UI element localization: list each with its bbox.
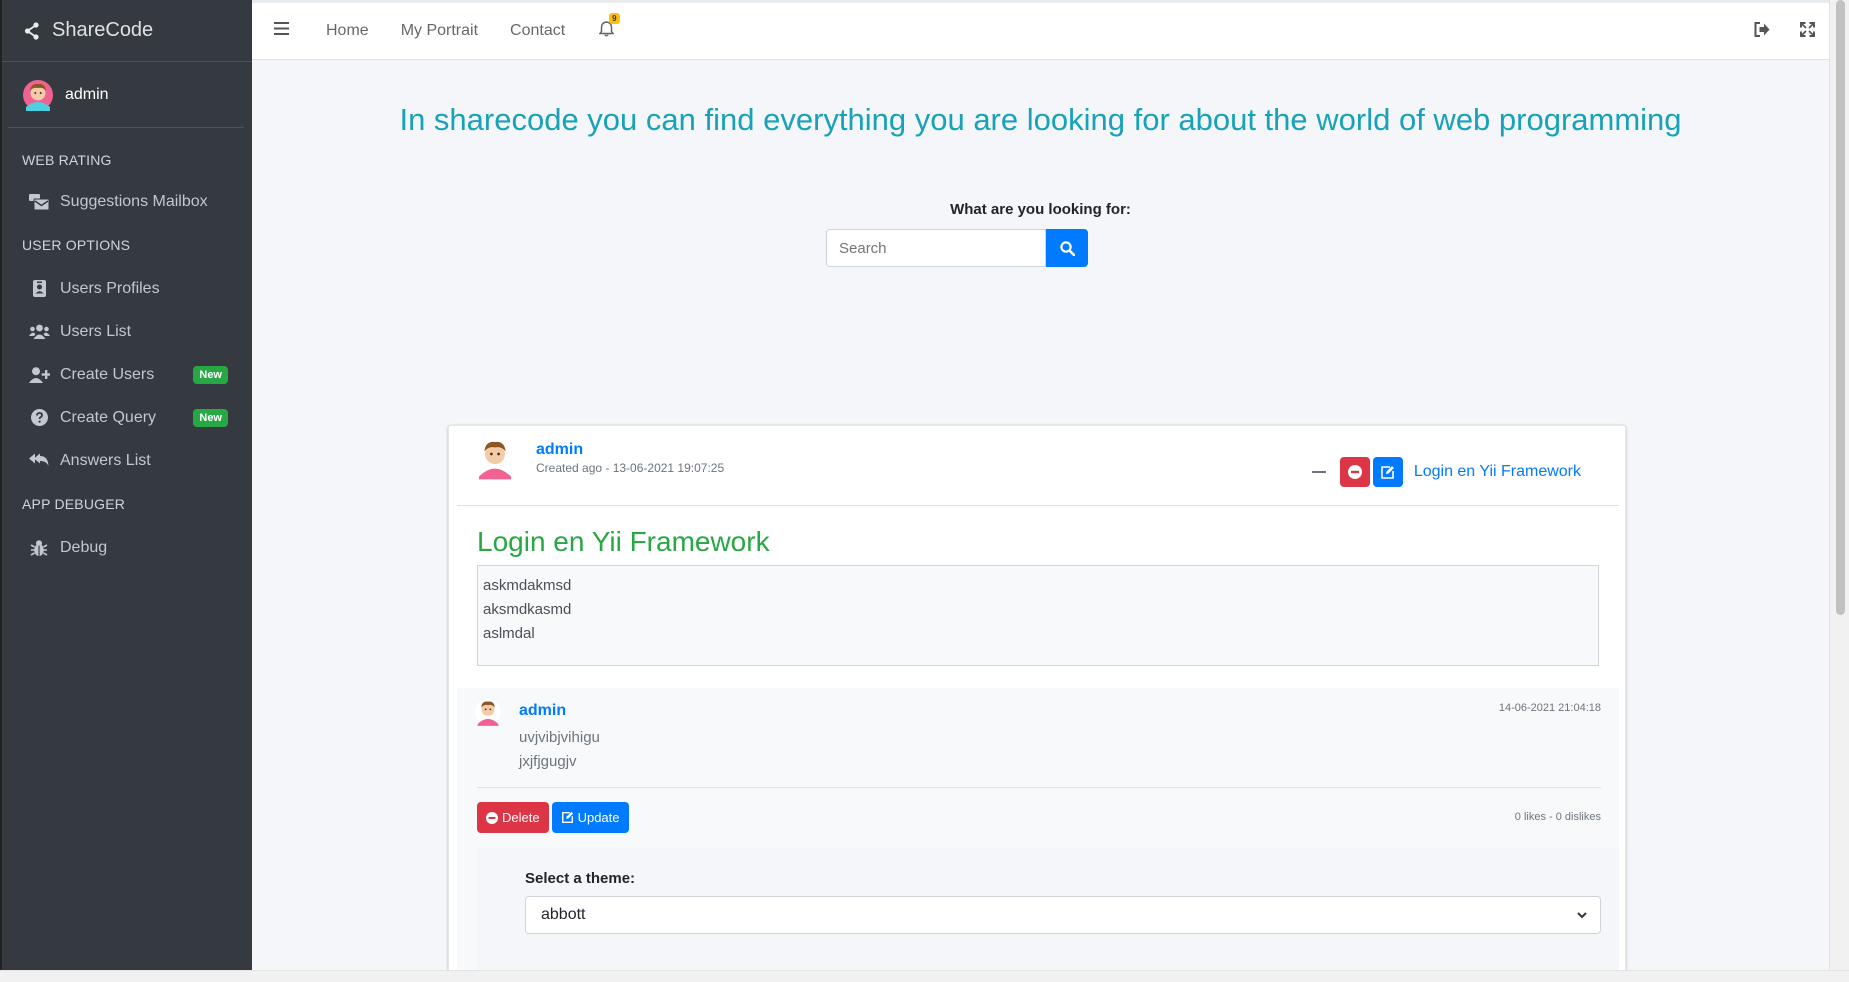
logout-icon[interactable] xyxy=(1754,22,1770,37)
comment-date: 14-06-2021 21:04:18 xyxy=(1498,702,1601,714)
sidebar-item-suggestions-mailbox[interactable]: Suggestions Mailbox xyxy=(8,180,244,223)
navbar-right xyxy=(1754,22,1815,37)
search-group xyxy=(826,229,1088,267)
post-body-line: aslmdal xyxy=(483,625,535,642)
post-tools: Login en Yii Framework xyxy=(1311,457,1581,487)
sidebar-item-answers-list[interactable]: Answers List xyxy=(8,439,244,482)
sidebar-item-users-profiles[interactable]: Users Profiles xyxy=(8,267,244,310)
comment-text: uvjvibjvihigu jxjfjgugjv xyxy=(519,726,600,774)
user-name: admin xyxy=(65,85,109,103)
delete-comment-button[interactable]: Delete xyxy=(477,802,549,833)
search-button[interactable] xyxy=(1046,229,1088,267)
search-icon xyxy=(1059,240,1075,256)
sidebar-item-label: Answers List xyxy=(60,451,151,469)
users-icon xyxy=(28,324,50,339)
search-label: What are you looking for: xyxy=(950,201,1131,218)
sidebar-item-users-list[interactable]: Users List xyxy=(8,310,244,353)
nav-link-home[interactable]: Home xyxy=(326,22,369,40)
menu-toggle-icon[interactable] xyxy=(274,22,296,40)
post-author[interactable]: admin xyxy=(536,441,583,459)
sidebar-item-label: Suggestions Mailbox xyxy=(60,192,208,210)
sidebar-item-debug[interactable]: Debug xyxy=(8,526,244,569)
avatar xyxy=(475,699,501,726)
vertical-scrollbar-thumb[interactable] xyxy=(1836,0,1845,615)
post-body-line: aksmdkasmd xyxy=(483,601,572,618)
sidebar-item-create-query[interactable]: Create Query New xyxy=(8,396,244,439)
delete-label: Delete xyxy=(502,810,540,825)
post-card-header: admin Created ago - 13-06-2021 19:07:25 … xyxy=(457,426,1619,506)
comment-line: uvjvibjvihigu xyxy=(519,729,600,746)
theme-selected-value: abbott xyxy=(541,906,586,923)
sidebar-item-label: Users List xyxy=(60,322,132,340)
edit-icon xyxy=(1381,465,1395,479)
nav-header-user-options: USER OPTIONS xyxy=(22,237,131,253)
sidebar-item-label: Users Profiles xyxy=(60,279,160,297)
question-circle-icon xyxy=(28,409,50,426)
chevron-down-icon xyxy=(1577,912,1587,919)
post-body: askmdakmsd aksmdkasmd aslmdal xyxy=(477,565,1599,666)
nav-header-app-debuger: APP DEBUGER xyxy=(22,496,126,512)
avatar xyxy=(23,79,53,111)
vertical-scrollbar[interactable] xyxy=(1829,0,1849,970)
new-badge: New xyxy=(193,365,228,384)
nav-link-my-portrait[interactable]: My Portrait xyxy=(401,22,478,40)
collapse-button[interactable] xyxy=(1311,471,1326,473)
horizontal-scrollbar[interactable] xyxy=(0,970,1849,982)
update-comment-button[interactable]: Update xyxy=(551,802,629,833)
avatar xyxy=(475,438,515,480)
id-badge-icon xyxy=(28,280,50,297)
notifications-button[interactable]: 9 xyxy=(598,12,620,42)
sidebar-item-label: Create Users xyxy=(60,365,155,383)
new-badge: New xyxy=(193,408,228,427)
comment-divider xyxy=(477,787,1601,788)
post-title: Login en Yii Framework xyxy=(477,526,770,557)
comment-author[interactable]: admin xyxy=(519,702,566,720)
comment-line: jxjfjgugjv xyxy=(519,753,577,770)
delete-post-button[interactable] xyxy=(1339,457,1370,487)
theme-label: Select a theme: xyxy=(525,870,636,887)
edit-icon xyxy=(561,811,573,823)
hero-title: In sharecode you can find everything you… xyxy=(399,102,1682,137)
theme-selector-block: Select a theme: abbott xyxy=(477,848,1619,982)
post-meta: Created ago - 13-06-2021 19:07:25 xyxy=(536,461,725,475)
search-input[interactable] xyxy=(826,229,1046,267)
update-label: Update xyxy=(577,810,620,825)
post-card: admin Created ago - 13-06-2021 19:07:25 … xyxy=(448,425,1626,982)
mail-bulk-icon xyxy=(28,193,50,210)
notification-count-badge: 9 xyxy=(609,12,620,24)
fullscreen-icon[interactable] xyxy=(1800,22,1815,37)
edit-post-button[interactable] xyxy=(1372,457,1403,487)
minus-circle-icon xyxy=(1347,465,1362,479)
comment: admin 14-06-2021 21:04:18 uvjvibjvihigu … xyxy=(457,688,1619,982)
bug-icon xyxy=(28,539,50,557)
minus-circle-icon xyxy=(486,811,498,824)
sidebar-item-label: Debug xyxy=(60,538,108,556)
brand-link[interactable]: ShareCode xyxy=(0,0,252,62)
sidebar: ShareCode admin WEB RATING Suggestions M… xyxy=(0,0,252,970)
nav-header-web-rating: WEB RATING xyxy=(22,152,112,168)
user-panel[interactable]: admin xyxy=(8,62,244,128)
top-navbar: Home My Portrait Contact 9 xyxy=(252,0,1829,60)
post-tool-link[interactable]: Login en Yii Framework xyxy=(1414,463,1581,481)
post-body-line: askmdakmsd xyxy=(483,577,572,594)
sidebar-item-label: Create Query xyxy=(60,408,157,426)
comment-actions: Delete Update xyxy=(477,802,629,833)
sidebar-edge xyxy=(0,0,2,970)
sidebar-item-create-users[interactable]: Create Users New xyxy=(8,353,244,396)
theme-select[interactable]: abbott xyxy=(525,896,1601,934)
main-content: In sharecode you can find everything you… xyxy=(252,60,1829,982)
reply-all-icon xyxy=(28,453,50,468)
share-icon xyxy=(24,21,39,40)
user-plus-icon xyxy=(28,366,50,383)
nav-link-contact[interactable]: Contact xyxy=(510,22,565,40)
brand-name: ShareCode xyxy=(52,19,154,41)
likes-count: 0 likes - 0 dislikes xyxy=(1514,811,1601,823)
